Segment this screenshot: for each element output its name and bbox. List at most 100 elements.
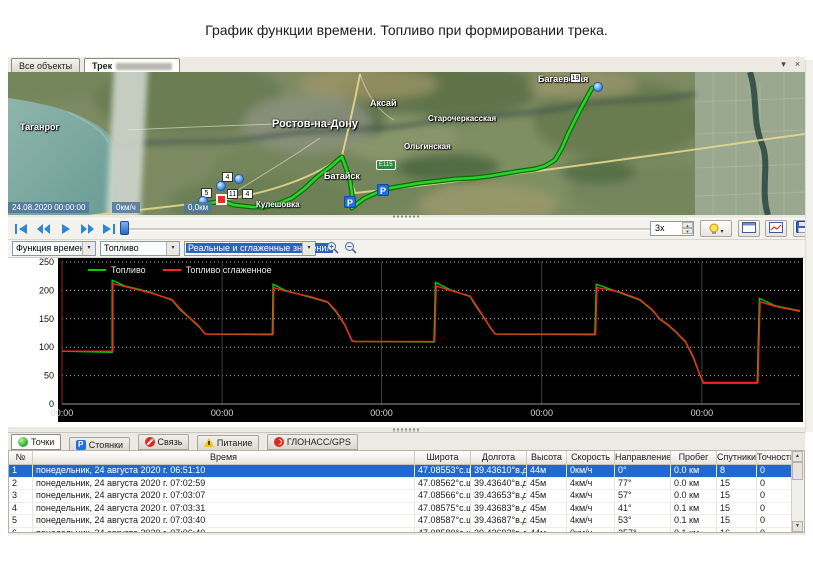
svg-text:150: 150 <box>39 314 54 324</box>
parameter-select-caret-icon: ▾ <box>166 242 179 255</box>
playback-slider-track[interactable] <box>122 228 650 231</box>
highlight-track-button[interactable]: ▾ <box>700 220 732 237</box>
scroll-up-icon[interactable]: ▲ <box>792 451 803 462</box>
table-row[interactable]: 2понедельник, 24 августа 2020 г. 07:02:5… <box>9 478 804 491</box>
tab-power[interactable]: Питание <box>197 435 260 451</box>
parameter-select[interactable]: Топливо ▾ <box>100 241 180 256</box>
table-row[interactable]: 5понедельник, 24 августа 2020 г. 07:03:4… <box>9 515 804 528</box>
page-title: График функции времени. Топливо при форм… <box>0 22 813 38</box>
fuel-chart-panel[interactable]: 05010015020025000:0000:0000:0000:0000:00… <box>8 258 805 427</box>
playback-speed-stepper[interactable]: 3x ▲ ▼ <box>650 221 694 236</box>
table-cell: 0.1 км <box>671 515 717 527</box>
table-cell: 0 <box>757 490 792 502</box>
legend-line-fuel-smoothed <box>163 269 181 271</box>
map-status-distance: 0,0км <box>184 202 212 213</box>
playback-slider-handle[interactable] <box>120 221 129 235</box>
table-cell: 0км/ч <box>567 528 615 534</box>
numbered-flag-marker[interactable]: 11 <box>227 189 238 199</box>
table-cell: 44м <box>527 465 567 477</box>
numbered-flag-marker[interactable]: 4 <box>222 172 233 182</box>
panel-layout-button[interactable] <box>738 220 760 237</box>
table-header: № Время Широта Долгота Высота Скорость Н… <box>9 451 804 465</box>
tab-track[interactable]: Трек <box>84 58 180 73</box>
map-markers-layer: E115 ТаганрогРостов-на-ДонуАксайСтарочер… <box>8 72 805 215</box>
col-header-altitude[interactable]: Высота <box>527 451 567 464</box>
table-cell: 6 <box>9 528 33 534</box>
tracking-app-window: Все объекты Трек ▾ × <box>8 57 805 535</box>
tab-glonass-gps[interactable]: ГЛОНАСС/GPS <box>267 434 358 450</box>
table-scrollbar[interactable]: ▲ ▼ <box>791 451 804 532</box>
waypoint-balloon-marker[interactable] <box>216 181 226 191</box>
table-cell: 257° <box>615 528 671 534</box>
table-cell: 39.43640°в.д. <box>471 478 527 490</box>
skip-to-end-button[interactable] <box>100 221 118 236</box>
col-header-direction[interactable]: Направление <box>615 451 671 464</box>
scroll-down-icon[interactable]: ▼ <box>792 521 803 532</box>
playback-toolbar: 3x ▲ ▼ ▾ <box>8 218 805 240</box>
tab-points-label: Точки <box>31 437 54 447</box>
col-header-speed[interactable]: Скорость <box>567 451 615 464</box>
chart-legend: Топливо Топливо сглаженное <box>88 265 284 275</box>
table-cell: 0° <box>615 465 671 477</box>
table-row[interactable]: 1понедельник, 24 августа 2020 г. 06:51:1… <box>9 465 804 478</box>
tab-close-icon[interactable]: × <box>792 59 803 70</box>
col-header-accuracy[interactable]: Точность <box>757 451 792 464</box>
waypoint-balloon-marker[interactable] <box>593 82 603 92</box>
panel-icon <box>742 222 756 233</box>
chart-panel-button[interactable] <box>765 220 787 237</box>
table-cell: 39.43692°в.д. <box>471 528 527 534</box>
tab-all-objects[interactable]: Все объекты <box>11 58 80 72</box>
table-cell: 8 <box>717 465 757 477</box>
table-cell: 45м <box>527 478 567 490</box>
scrollbar-thumb[interactable] <box>792 462 803 480</box>
map-place-label: Таганрог <box>20 122 59 132</box>
zoom-in-button[interactable] <box>324 241 340 256</box>
tab-glonass-gps-label: ГЛОНАСС/GPS <box>287 437 351 447</box>
col-header-latitude[interactable]: Широта <box>415 451 471 464</box>
table-cell: 0.1 км <box>671 503 717 515</box>
selected-point-marker[interactable] <box>216 194 227 205</box>
col-header-satellites[interactable]: Спутники <box>717 451 757 464</box>
table-cell: 47.08580°с.ш. <box>415 528 471 534</box>
col-header-time[interactable]: Время <box>33 451 415 464</box>
col-header-mileage[interactable]: Пробег <box>671 451 717 464</box>
map-place-label: Ростов-на-Дону <box>272 118 358 130</box>
spin-down-icon[interactable]: ▼ <box>682 228 693 234</box>
mode-select[interactable]: Реальные и сглаженные значения ▾ <box>184 241 316 256</box>
parking-marker[interactable]: P <box>344 196 356 208</box>
numbered-flag-marker[interactable]: 19 <box>570 73 581 83</box>
map-place-label: Ольгинская <box>404 142 451 151</box>
screen: График функции времени. Топливо при форм… <box>0 0 813 563</box>
col-header-number[interactable]: № <box>9 451 33 464</box>
zoom-out-button[interactable] <box>342 241 358 256</box>
table-row[interactable]: 6понедельник, 24 августа 2020 г. 07:06:4… <box>9 528 804 534</box>
table-cell: 47.08566°с.ш. <box>415 490 471 502</box>
window-right-edge <box>805 60 813 432</box>
table-cell: 77° <box>615 478 671 490</box>
parking-marker[interactable]: P <box>377 184 389 196</box>
tab-points[interactable]: Точки <box>11 434 61 450</box>
table-cell: 47.08562°с.ш. <box>415 478 471 490</box>
legend-label-fuel: Топливо <box>111 265 146 275</box>
numbered-flag-marker[interactable]: 4 <box>242 189 253 199</box>
mode-select-caret-icon: ▾ <box>302 242 315 255</box>
fast-forward-button[interactable] <box>78 221 96 236</box>
col-header-longitude[interactable]: Долгота <box>471 451 527 464</box>
table-cell: 5 <box>9 515 33 527</box>
map-view[interactable]: E115 ТаганрогРостов-на-ДонуАксайСтарочер… <box>8 72 805 215</box>
table-row[interactable]: 4понедельник, 24 августа 2020 г. 07:03:3… <box>9 503 804 516</box>
play-button[interactable] <box>56 221 74 236</box>
function-toolbar: Функция времени ▾ Топливо ▾ Реальные и с… <box>8 240 805 258</box>
rewind-button[interactable] <box>34 221 52 236</box>
tab-menu-icon[interactable]: ▾ <box>778 59 789 70</box>
skip-to-start-button[interactable] <box>12 221 30 236</box>
svg-text:200: 200 <box>39 285 54 295</box>
parking-icon: P <box>76 440 86 450</box>
table-cell: понедельник, 24 августа 2020 г. 07:02:59 <box>33 478 415 490</box>
waypoint-balloon-marker[interactable] <box>234 174 244 184</box>
tab-parkings-label: Стоянки <box>89 440 123 450</box>
svg-text:00:00: 00:00 <box>51 408 74 418</box>
table-row[interactable]: 3понедельник, 24 августа 2020 г. 07:03:0… <box>9 490 804 503</box>
tab-connection[interactable]: Связь <box>138 434 190 450</box>
function-select[interactable]: Функция времени ▾ <box>12 241 96 256</box>
